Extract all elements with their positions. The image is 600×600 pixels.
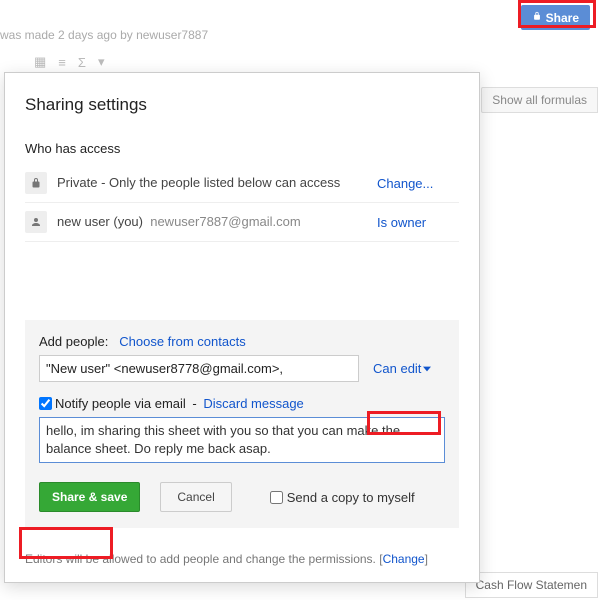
lock-icon <box>532 10 542 25</box>
notify-checkbox[interactable] <box>39 397 52 410</box>
share-button[interactable]: Share <box>521 5 590 30</box>
person-icon <box>25 211 47 233</box>
add-people-input[interactable] <box>39 355 359 382</box>
add-people-section: Add people: Choose from contacts Can edi… <box>25 320 459 528</box>
owner-text: new user (you) newuser7887@gmail.com <box>57 213 367 231</box>
notify-label: Notify people via email <box>55 396 186 411</box>
lock-icon <box>25 172 47 194</box>
send-copy-label: Send a copy to myself <box>287 490 415 505</box>
access-row-privacy: Private - Only the people listed below c… <box>25 164 459 203</box>
toolbar: ▦≡Σ▾ <box>10 54 130 70</box>
permission-dropdown[interactable]: Can edit <box>369 359 435 378</box>
footer-note: Editors will be allowed to add people an… <box>5 542 479 582</box>
sharing-dialog: Sharing settings Who has access Private … <box>4 72 480 583</box>
send-copy-checkbox[interactable] <box>270 491 283 504</box>
dialog-title: Sharing settings <box>25 95 459 115</box>
permission-label: Can edit <box>373 361 421 376</box>
discard-message-link[interactable]: Discard message <box>203 396 303 411</box>
owner-status: Is owner <box>377 215 459 230</box>
doc-info-text: was made 2 days ago by newuser7887 <box>0 28 208 42</box>
message-textarea[interactable]: hello, im sharing this sheet with you so… <box>39 417 445 463</box>
who-has-access-label: Who has access <box>25 141 459 156</box>
sheet-tab[interactable]: Cash Flow Statemen <box>465 572 598 598</box>
add-people-label: Add people: <box>39 334 108 349</box>
cancel-button[interactable]: Cancel <box>160 482 231 512</box>
change-visibility-link[interactable]: Change... <box>377 176 459 191</box>
share-save-button[interactable]: Share & save <box>39 482 140 512</box>
choose-from-contacts-link[interactable]: Choose from contacts <box>119 334 245 349</box>
footer-change-link[interactable]: Change <box>383 552 425 566</box>
access-row-owner: new user (you) newuser7887@gmail.com Is … <box>25 203 459 242</box>
access-privacy-text: Private - Only the people listed below c… <box>57 174 367 192</box>
chevron-down-icon <box>423 365 431 373</box>
share-button-label: Share <box>546 11 579 25</box>
show-all-formulas-button[interactable]: Show all formulas <box>481 87 598 113</box>
